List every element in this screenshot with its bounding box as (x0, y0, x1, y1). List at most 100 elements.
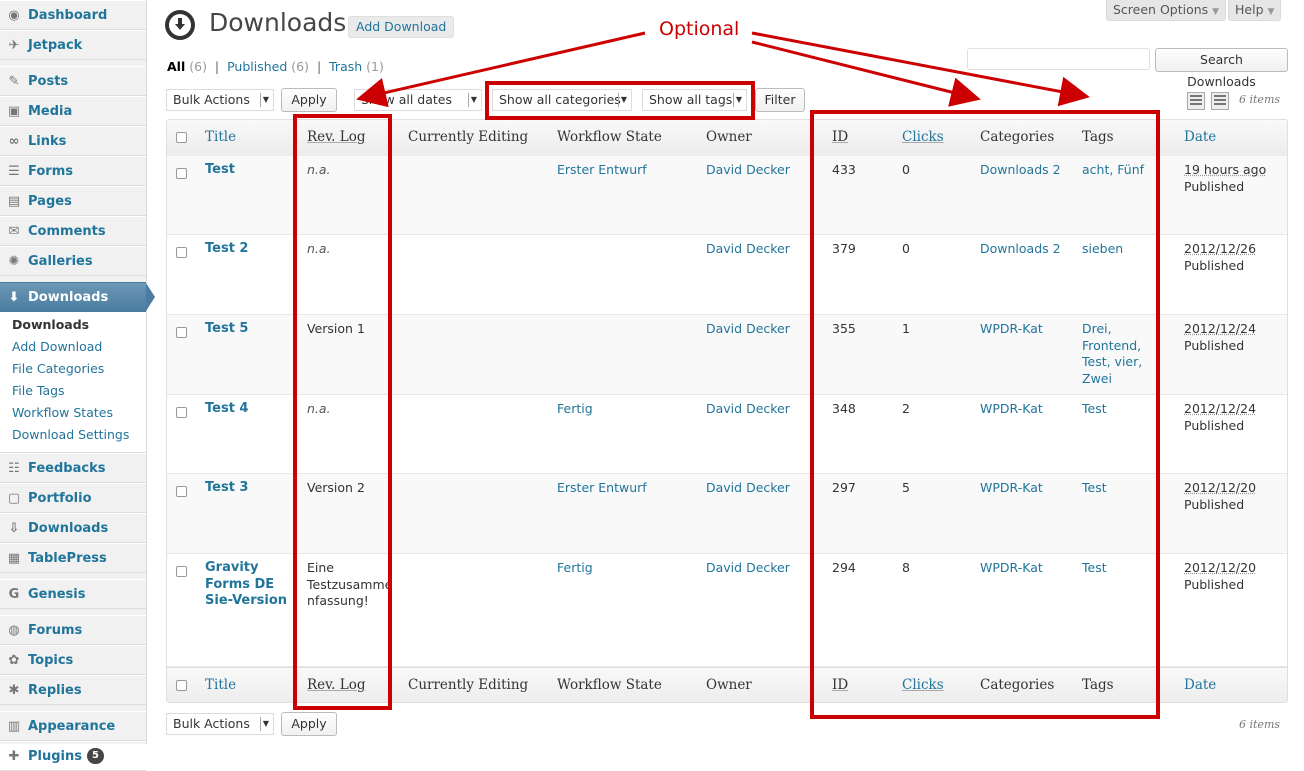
row-checkbox[interactable] (176, 486, 187, 497)
sidebar-item-label: Genesis (28, 586, 86, 602)
sidebar-item-tablepress[interactable]: ▦ TablePress (0, 543, 146, 573)
sidebar-item-posts[interactable]: ✎ Posts (0, 66, 146, 96)
apply-button[interactable]: Apply (281, 88, 337, 112)
row-title-link[interactable]: Test (205, 162, 235, 179)
row-owner-link[interactable]: David Decker (706, 241, 790, 258)
sidebar-item-label: Downloads (28, 289, 109, 305)
tags-filter-select[interactable]: Show all tags ▼ (642, 89, 747, 111)
apply-button-bottom[interactable]: Apply (281, 712, 337, 736)
footer-column-owner: Owner (706, 677, 752, 693)
footer-column-id[interactable]: ID (832, 677, 848, 693)
row-workflow-link[interactable]: Fertig (557, 401, 593, 418)
sidebar-item-feedbacks[interactable]: ☷ Feedbacks (0, 453, 146, 483)
submenu-item-file-categories[interactable]: File Categories (0, 358, 146, 380)
row-category-link[interactable]: Downloads 2 (980, 162, 1061, 179)
sidebar-item-forms[interactable]: ☰ Forms (0, 156, 146, 186)
row-checkbox[interactable] (176, 327, 187, 338)
sidebar-item-dashboard[interactable]: ◉ Dashboard (0, 0, 146, 30)
submenu-item-add-download[interactable]: Add Download (0, 336, 146, 358)
submenu-item-download-settings[interactable]: Download Settings (0, 424, 146, 446)
dates-filter-select[interactable]: Show all dates ▼ (354, 89, 482, 111)
header-column-revlog[interactable]: Rev. Log (307, 129, 366, 145)
footer-column-revlog[interactable]: Rev. Log (307, 677, 366, 693)
sidebar-item-replies[interactable]: ✱ Replies (0, 675, 146, 705)
select-all-checkbox[interactable] (176, 680, 187, 691)
sidebar-item-links[interactable]: ∞ Links (0, 126, 146, 156)
row-owner-link[interactable]: David Decker (706, 162, 790, 179)
sidebar-item-comments[interactable]: ✉ Comments (0, 216, 146, 246)
row-owner-link[interactable]: David Decker (706, 560, 790, 577)
submenu-item-downloads[interactable]: Downloads (0, 314, 146, 336)
view-published-link[interactable]: Published (227, 59, 287, 74)
row-tags-link[interactable]: sieben (1082, 241, 1123, 258)
sidebar-item-genesis[interactable]: G Genesis (0, 579, 146, 609)
view-trash-link[interactable]: Trash (329, 59, 362, 74)
categories-filter-select[interactable]: Show all categories ▼ (492, 89, 632, 111)
row-tags-link[interactable]: Drei, Frontend, Test, vier, Zwei (1082, 321, 1142, 387)
row-title-link[interactable]: Test 4 (205, 401, 248, 418)
header-column-clicks[interactable]: Clicks (902, 129, 944, 145)
sidebar-item-downloads-2[interactable]: ⇩ Downloads (0, 513, 146, 543)
screen-options-button[interactable]: Screen Options ▼ (1106, 0, 1227, 21)
row-category-link[interactable]: WPDR-Kat (980, 321, 1043, 338)
row-title-link[interactable]: Gravity Forms DE Sie-Version (205, 560, 287, 610)
select-all-checkbox[interactable] (176, 132, 187, 143)
row-category-link[interactable]: WPDR-Kat (980, 560, 1043, 577)
sidebar-item-forums[interactable]: ◍ Forums (0, 615, 146, 645)
header-column-id[interactable]: ID (832, 129, 848, 145)
row-owner-link[interactable]: David Decker (706, 480, 790, 497)
footer-column-date[interactable]: Date (1184, 677, 1216, 693)
row-workflow-link[interactable]: Fertig (557, 560, 593, 577)
search-downloads-button[interactable]: Search Downloads (1155, 48, 1288, 89)
row-category-link[interactable]: Downloads 2 (980, 241, 1061, 258)
footer-column-clicks[interactable]: Clicks (902, 677, 944, 693)
sidebar-item-plugins[interactable]: ✚ Plugins 5 (0, 741, 146, 771)
row-title-link[interactable]: Test 2 (205, 241, 248, 258)
row-checkbox[interactable] (176, 566, 187, 577)
sidebar-item-downloads[interactable]: ⬇ Downloads (0, 282, 155, 312)
row-category-link[interactable]: WPDR-Kat (980, 480, 1043, 497)
sidebar-item-appearance[interactable]: ▥ Appearance (0, 711, 146, 741)
sidebar-item-pages[interactable]: ▤ Pages (0, 186, 146, 216)
sidebar-item-label: Links (28, 133, 67, 149)
view-all-link[interactable]: All (167, 59, 185, 74)
sidebar-item-jetpack[interactable]: ✈ Jetpack (0, 30, 146, 60)
sidebar-item-media[interactable]: ▣ Media (0, 96, 146, 126)
header-column-editing: Currently Editing (408, 129, 529, 145)
sidebar-item-galleries[interactable]: ✺ Galleries (0, 246, 146, 276)
row-title-link[interactable]: Test 5 (205, 321, 248, 338)
search-input[interactable] (967, 48, 1150, 70)
filter-button[interactable]: Filter (755, 88, 805, 112)
row-workflow-link[interactable]: Erster Entwurf (557, 162, 647, 179)
footer-column-title[interactable]: Title (205, 677, 236, 693)
row-checkbox[interactable] (176, 168, 187, 179)
header-column-date[interactable]: Date (1184, 129, 1216, 145)
jetpack-icon: ✈ (8, 37, 20, 53)
help-button[interactable]: Help ▼ (1228, 0, 1282, 21)
list-view-icon[interactable] (1187, 92, 1205, 110)
row-tags-link[interactable]: acht, Fünf (1082, 162, 1144, 179)
row-title-link[interactable]: Test 3 (205, 480, 248, 497)
sidebar-item-topics[interactable]: ✿ Topics (0, 645, 146, 675)
bulk-actions-select-bottom[interactable]: Bulk Actions ▼ (166, 713, 274, 735)
row-tags-link[interactable]: Test (1082, 480, 1107, 497)
bulk-actions-select[interactable]: Bulk Actions ▼ (166, 89, 274, 111)
row-date-cell: 2012/12/26 Published (1184, 241, 1256, 274)
submenu-item-file-tags[interactable]: File Tags (0, 380, 146, 402)
row-checkbox[interactable] (176, 407, 187, 418)
row-tags-link[interactable]: Test (1082, 560, 1107, 577)
view-separator: | (210, 59, 224, 74)
add-download-button[interactable]: Add Download (348, 16, 455, 38)
row-category-link[interactable]: WPDR-Kat (980, 401, 1043, 418)
row-id: 355 (832, 321, 856, 336)
excerpt-view-icon[interactable] (1211, 92, 1229, 110)
row-owner-link[interactable]: David Decker (706, 401, 790, 418)
downloads-header-icon (165, 10, 195, 40)
header-column-title[interactable]: Title (205, 129, 236, 145)
row-tags-link[interactable]: Test (1082, 401, 1107, 418)
sidebar-item-portfolio[interactable]: ▢ Portfolio (0, 483, 146, 513)
submenu-item-workflow-states[interactable]: Workflow States (0, 402, 146, 424)
row-workflow-link[interactable]: Erster Entwurf (557, 480, 647, 497)
row-checkbox[interactable] (176, 247, 187, 258)
row-owner-link[interactable]: David Decker (706, 321, 790, 338)
